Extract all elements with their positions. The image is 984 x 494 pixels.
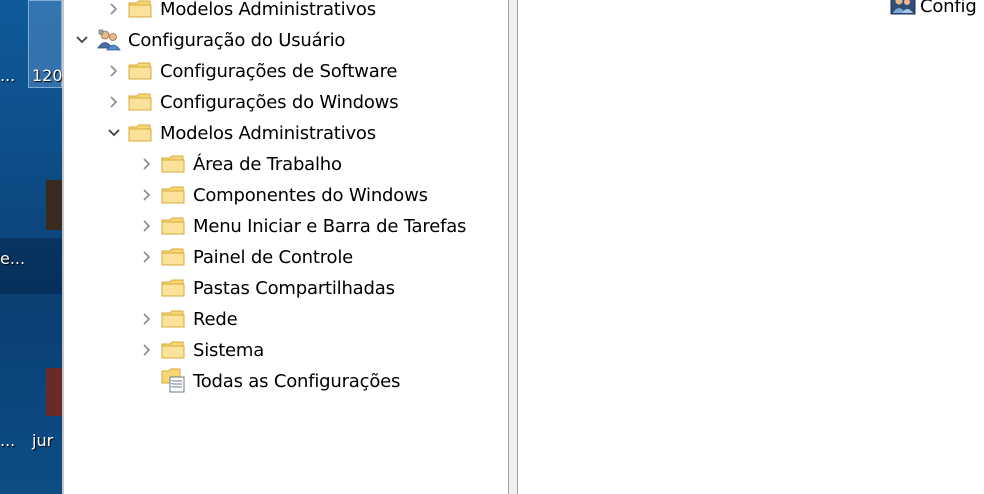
tree-item-label: Sistema (193, 339, 265, 361)
tree-item-rede[interactable]: Rede (137, 304, 238, 334)
chevron-right-icon[interactable] (104, 56, 124, 86)
tree-item-label: Modelos Administrativos (160, 0, 376, 20)
tree-item-todas-as-configuracoes[interactable]: Todas as Configurações (137, 366, 400, 396)
chevron-right-icon[interactable] (104, 87, 124, 117)
details-item-label: Config (920, 0, 977, 17)
chevron-right-icon[interactable] (137, 211, 157, 241)
folder-icon (161, 335, 187, 365)
console-tree: Modelos Administrativos Configuração do … (64, 0, 508, 494)
all-settings-icon (161, 366, 187, 396)
tree-item-label: Pastas Compartilhadas (193, 277, 395, 299)
tree-item-painel-de-controle[interactable]: Painel de Controle (137, 242, 353, 272)
desktop-thumbnail[interactable] (46, 180, 62, 230)
chevron-right-icon[interactable] (137, 149, 157, 179)
chevron-right-icon[interactable] (137, 335, 157, 365)
tree-item-componentes-do-windows[interactable]: Componentes do Windows (137, 180, 428, 210)
chevron-right-icon[interactable] (137, 180, 157, 210)
chevron-down-icon[interactable] (104, 118, 124, 148)
tree-item-label: Componentes do Windows (193, 184, 428, 206)
desktop-icon-label[interactable]: 120 (32, 66, 62, 85)
tree-item-label: Menu Iniciar e Barra de Tarefas (193, 215, 467, 237)
desktop-background: ... 120 e... ... jur (0, 0, 62, 494)
tree-item-label: Painel de Controle (193, 246, 354, 268)
tree-item-label: Configurações do Windows (160, 91, 399, 113)
tree-item-pastas-compartilhadas[interactable]: Pastas Compartilhadas (137, 273, 395, 303)
chevron-down-icon[interactable] (72, 25, 92, 55)
folder-icon (161, 211, 187, 241)
tree-item-modelos-administrativos-computador[interactable]: Modelos Administrativos (104, 0, 376, 24)
folder-icon (161, 304, 187, 334)
desktop-icon-label[interactable]: e... (0, 249, 25, 268)
tree-item-area-de-trabalho[interactable]: Área de Trabalho (137, 149, 342, 179)
folder-icon (128, 56, 154, 86)
details-item-configuracao[interactable]: Config (890, 0, 977, 20)
chevron-right-icon[interactable] (137, 242, 157, 272)
desktop-thumbnail[interactable] (46, 368, 62, 416)
desktop-icon-label[interactable]: ... (0, 431, 15, 450)
tree-item-label: Configuração do Usuário (128, 29, 346, 51)
tree-item-configuracao-do-usuario[interactable]: Configuração do Usuário (72, 25, 345, 55)
tree-item-menu-iniciar[interactable]: Menu Iniciar e Barra de Tarefas (137, 211, 466, 241)
users-config-icon (96, 25, 122, 55)
tree-item-label: Rede (193, 308, 238, 330)
tree-item-label: Configurações de Software (160, 60, 398, 82)
tree-item-configuracoes-do-windows[interactable]: Configurações do Windows (104, 87, 399, 117)
desktop-icon-label[interactable]: ... (0, 66, 15, 85)
folder-icon (161, 273, 187, 303)
tree-item-configuracoes-de-software[interactable]: Configurações de Software (104, 56, 397, 86)
folder-icon (128, 87, 154, 117)
chevron-right-icon[interactable] (104, 0, 124, 24)
users-config-icon (890, 0, 916, 19)
tree-item-label: Área de Trabalho (193, 153, 342, 175)
chevron-right-icon[interactable] (137, 304, 157, 334)
tree-item-label: Todas as Configurações (193, 370, 401, 392)
folder-icon (128, 0, 154, 24)
tree-item-sistema[interactable]: Sistema (137, 335, 264, 365)
pane-splitter[interactable] (508, 0, 518, 494)
tree-item-label: Modelos Administrativos (160, 122, 376, 144)
folder-icon (161, 149, 187, 179)
folder-icon (161, 242, 187, 272)
folder-icon (161, 180, 187, 210)
details-pane: Config (518, 0, 984, 494)
desktop-icon-label[interactable]: jur (32, 431, 53, 450)
folder-icon (128, 118, 154, 148)
tree-item-modelos-administrativos-usuario[interactable]: Modelos Administrativos (104, 118, 376, 148)
